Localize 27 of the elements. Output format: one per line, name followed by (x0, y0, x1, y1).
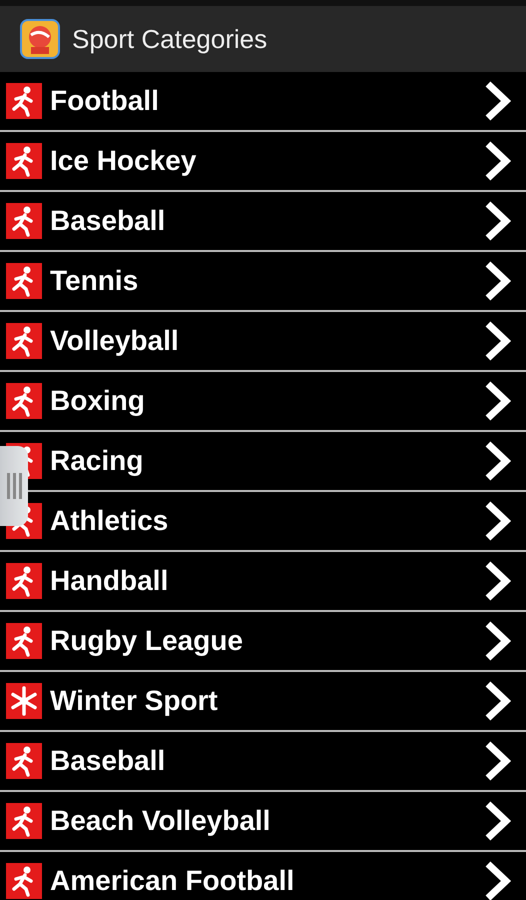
sport-figure-icon (6, 203, 42, 239)
category-row[interactable]: Volleyball (0, 312, 526, 372)
slide-out-menu[interactable] (0, 446, 28, 526)
sport-figure-icon (6, 563, 42, 599)
sport-figure-icon (6, 623, 42, 659)
screen-title: Sport Categories (72, 24, 268, 54)
category-row[interactable]: American Football (0, 852, 526, 900)
sport-figure-icon (6, 743, 42, 779)
sport-figure-icon (6, 143, 42, 179)
category-row[interactable]: Rugby League (0, 612, 526, 672)
snowflake-icon (6, 683, 42, 719)
category-row[interactable]: Football (0, 72, 526, 132)
category-row[interactable]: Boxing (0, 372, 526, 432)
sport-figure-icon (6, 803, 42, 839)
category-row[interactable]: Baseball (0, 192, 526, 252)
category-row[interactable]: Beach Volleyball (0, 792, 526, 852)
sport-figure-icon (6, 863, 42, 899)
category-row[interactable]: Tennis (0, 252, 526, 312)
category-row[interactable]: Baseball (0, 732, 526, 792)
sport-figure-icon (6, 83, 42, 119)
category-row[interactable]: Handball (0, 552, 526, 612)
sport-figure-icon (6, 323, 42, 359)
category-row[interactable]: Winter Sport (0, 672, 526, 732)
app-logo-icon (20, 19, 60, 59)
sport-figure-icon (6, 263, 42, 299)
category-row[interactable]: Ice Hockey (0, 132, 526, 192)
sport-figure-icon (6, 383, 42, 419)
